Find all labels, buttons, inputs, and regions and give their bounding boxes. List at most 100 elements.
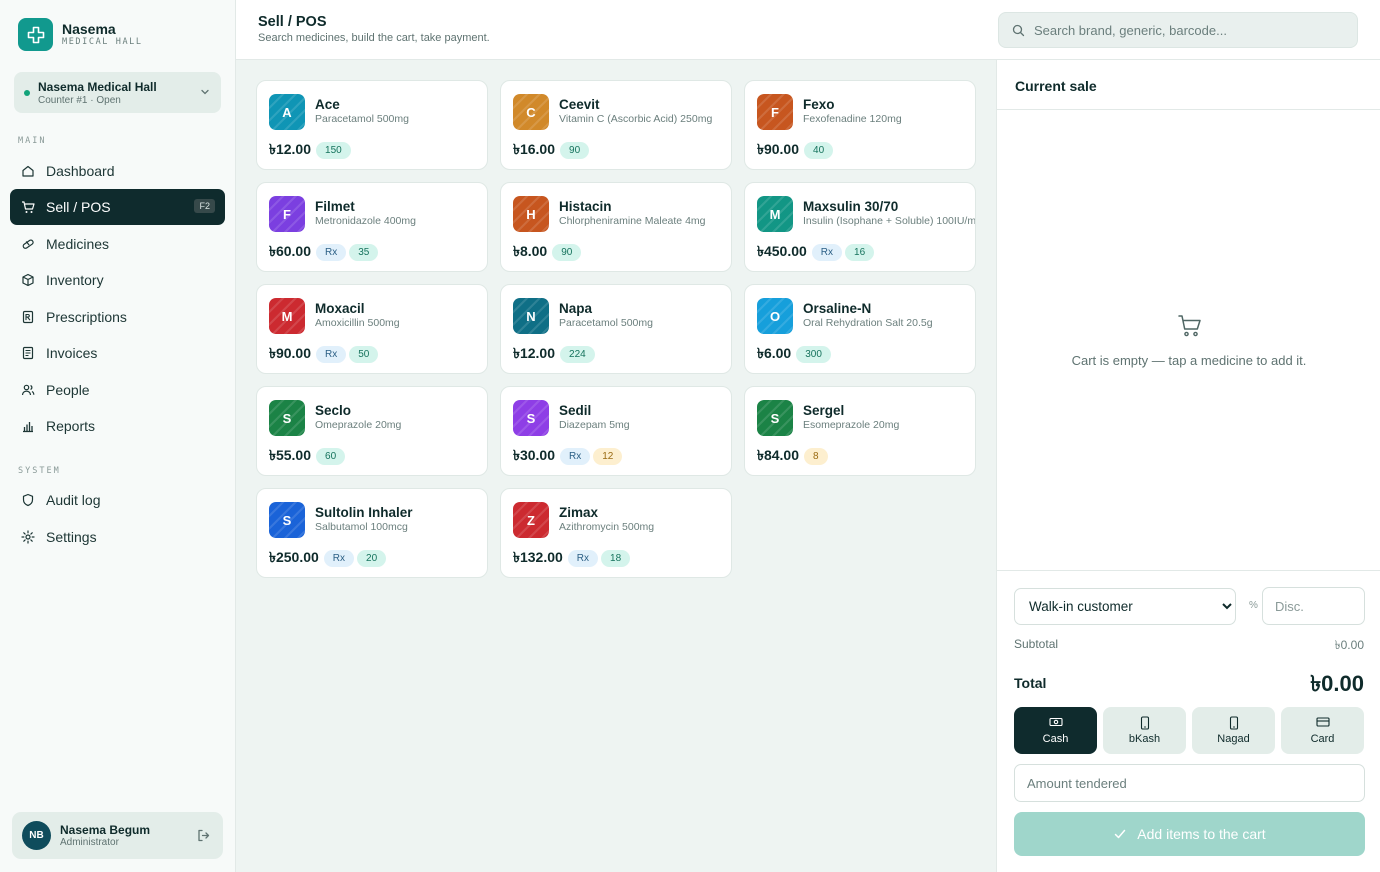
cart-title: Current sale <box>1015 78 1097 94</box>
product-initial-tile: N <box>513 298 549 334</box>
stock-badge: 40 <box>804 141 834 159</box>
product-card[interactable]: S Sergel Esomeprazole 20mg ৳84.00 8 <box>744 386 976 476</box>
nav-item-inventory[interactable]: Inventory <box>10 262 225 298</box>
product-price: ৳90.00 <box>757 141 800 157</box>
nav-item-reports[interactable]: Reports <box>10 408 225 444</box>
product-card[interactable]: Z Zimax Azithromycin 500mg ৳132.00 Rx 18 <box>500 488 732 578</box>
prescription-icon <box>22 310 34 324</box>
nav-label: Medicines <box>46 236 110 252</box>
chart-icon <box>23 422 33 433</box>
branch-selector[interactable]: Nasema Medical Hall Counter #1 · Open <box>14 72 221 113</box>
stock-badge: 90 <box>560 141 590 159</box>
stock-badge: 300 <box>796 345 831 363</box>
product-card[interactable]: M Maxsulin 30/70 Insulin (Isophane + Solub… <box>744 182 976 272</box>
nav-item-settings[interactable]: Settings <box>10 519 225 555</box>
cash-icon <box>1049 717 1063 727</box>
product-card[interactable]: C Ceevit Vitamin C (Ascorbic Acid) 250mg ৳1… <box>500 80 732 170</box>
amount-tendered-input[interactable] <box>1014 764 1365 802</box>
product-card[interactable]: M Moxacil Amoxicillin 500mg ৳90.00 Rx 50 <box>256 284 488 374</box>
pay-bkash-button[interactable]: bKash <box>1103 707 1186 754</box>
product-price: ৳60.00 <box>269 243 312 259</box>
stock-badge: 60 <box>316 447 346 465</box>
product-name: Napa <box>559 301 593 316</box>
product-generic: Paracetamol 500mg <box>559 317 653 329</box>
product-name: Moxacil <box>315 301 365 316</box>
empty-cart-icon <box>1178 315 1201 337</box>
sidebar: Nasema MEDICAL HALL Nasema Medical Hall … <box>0 0 236 872</box>
discount-input[interactable] <box>1262 587 1365 625</box>
pay-nagad-button[interactable]: Nagad <box>1192 707 1275 754</box>
checkout-button[interactable]: Add items to the cart <box>1014 812 1365 856</box>
search-box[interactable] <box>998 12 1358 48</box>
stock-badge: 150 <box>316 141 351 159</box>
product-name: Sultolin Inhaler <box>315 505 413 520</box>
pay-card-button[interactable]: Card <box>1281 707 1364 754</box>
product-initial-tile: A <box>269 94 305 130</box>
product-card[interactable]: A Ace Paracetamol 500mg ৳12.00 150 <box>256 80 488 170</box>
product-generic: Omeprazole 20mg <box>315 419 402 431</box>
brand[interactable]: Nasema MEDICAL HALL <box>18 18 143 51</box>
medical-cross-icon <box>18 18 53 51</box>
nav-label: Inventory <box>46 272 104 288</box>
nav-item-invoices[interactable]: Invoices <box>10 335 225 371</box>
stock-badge: 12 <box>593 447 623 465</box>
pill-icon <box>22 239 34 249</box>
phone-icon <box>1229 716 1239 730</box>
nav-item-audit-log[interactable]: Audit log <box>10 482 225 518</box>
shortcut-badge: F2 <box>194 199 215 213</box>
product-name: Zimax <box>559 505 599 520</box>
header: Sell / POS Search medicines, build the c… <box>236 0 1380 60</box>
page-title: Sell / POS <box>258 14 327 30</box>
product-generic: Paracetamol 500mg <box>315 113 409 125</box>
brand-name: Nasema <box>62 20 116 37</box>
product-card[interactable]: F Filmet Metronidazole 400mg ৳60.00 Rx 35 <box>256 182 488 272</box>
card-icon <box>1316 717 1330 727</box>
product-name: Maxsulin 30/70 <box>803 199 899 214</box>
stock-badge: 90 <box>552 243 582 261</box>
percent-label: % <box>1249 600 1258 611</box>
product-price: ৳132.00 <box>513 549 563 565</box>
product-name: Orsaline-N <box>803 301 872 316</box>
product-initial-tile: F <box>269 196 305 232</box>
product-initial-tile: S <box>757 400 793 436</box>
nav-item-medicines[interactable]: Medicines <box>10 226 225 262</box>
nav-item-people[interactable]: People <box>10 372 225 408</box>
phone-icon <box>1140 716 1150 730</box>
nav-label: Sell / POS <box>46 199 111 215</box>
product-card[interactable]: H Histacin Chlorpheniramine Maleate 4mg ৳8.… <box>500 182 732 272</box>
empty-cart-message: Cart is empty — tap a medicine to add it… <box>1071 353 1307 368</box>
home-icon <box>22 165 34 177</box>
product-card[interactable]: S Sedil Diazepam 5mg ৳30.00 Rx 12 <box>500 386 732 476</box>
nav-item-prescriptions[interactable]: Prescriptions <box>10 299 225 335</box>
check-icon <box>1115 829 1126 839</box>
nav-item-dashboard[interactable]: Dashboard <box>10 153 225 189</box>
nav-item-sell-pos[interactable]: Sell / POS F2 <box>10 189 225 225</box>
nav-label: Invoices <box>46 345 98 361</box>
customer-select[interactable]: Walk-in customer <box>1014 588 1236 625</box>
product-card[interactable]: S Sultolin Inhaler Salbutamol 100mcg ৳250.0… <box>256 488 488 578</box>
stock-badge: 18 <box>601 549 631 567</box>
product-generic: Insulin (Isophane + Soluble) 100IU/ml <box>803 215 976 227</box>
product-card[interactable]: O Orsaline-N Oral Rehydration Salt 20.5g ৳6… <box>744 284 976 374</box>
box-icon <box>22 273 34 287</box>
product-card[interactable]: F Fexo Fexofenadine 120mg ৳90.00 40 <box>744 80 976 170</box>
pay-label: Cash <box>1042 733 1069 745</box>
cart-panel: Current sale Cart is empty — tap a medic… <box>996 60 1380 872</box>
product-initial-tile: S <box>269 400 305 436</box>
user-card[interactable]: NB Nasema Begum Administrator <box>12 812 223 859</box>
stock-badge: 16 <box>845 243 875 261</box>
stock-badge: 8 <box>804 447 828 465</box>
page-subtitle: Search medicines, build the cart, take p… <box>258 32 490 44</box>
product-name: Histacin <box>559 199 612 214</box>
search-input[interactable] <box>1034 13 1349 47</box>
total-label: Total <box>1014 675 1047 691</box>
branch-name: Nasema Medical Hall <box>38 80 157 94</box>
product-card[interactable]: N Napa Paracetamol 500mg ৳12.00 224 <box>500 284 732 374</box>
product-name: Seclo <box>315 403 352 418</box>
product-card[interactable]: S Seclo Omeprazole 20mg ৳55.00 60 <box>256 386 488 476</box>
product-initial-tile: M <box>757 196 793 232</box>
product-generic: Azithromycin 500mg <box>559 521 655 533</box>
logout-icon[interactable] <box>196 828 211 843</box>
rx-badge: Rx <box>316 345 347 363</box>
pay-cash-button[interactable]: Cash <box>1014 707 1097 754</box>
